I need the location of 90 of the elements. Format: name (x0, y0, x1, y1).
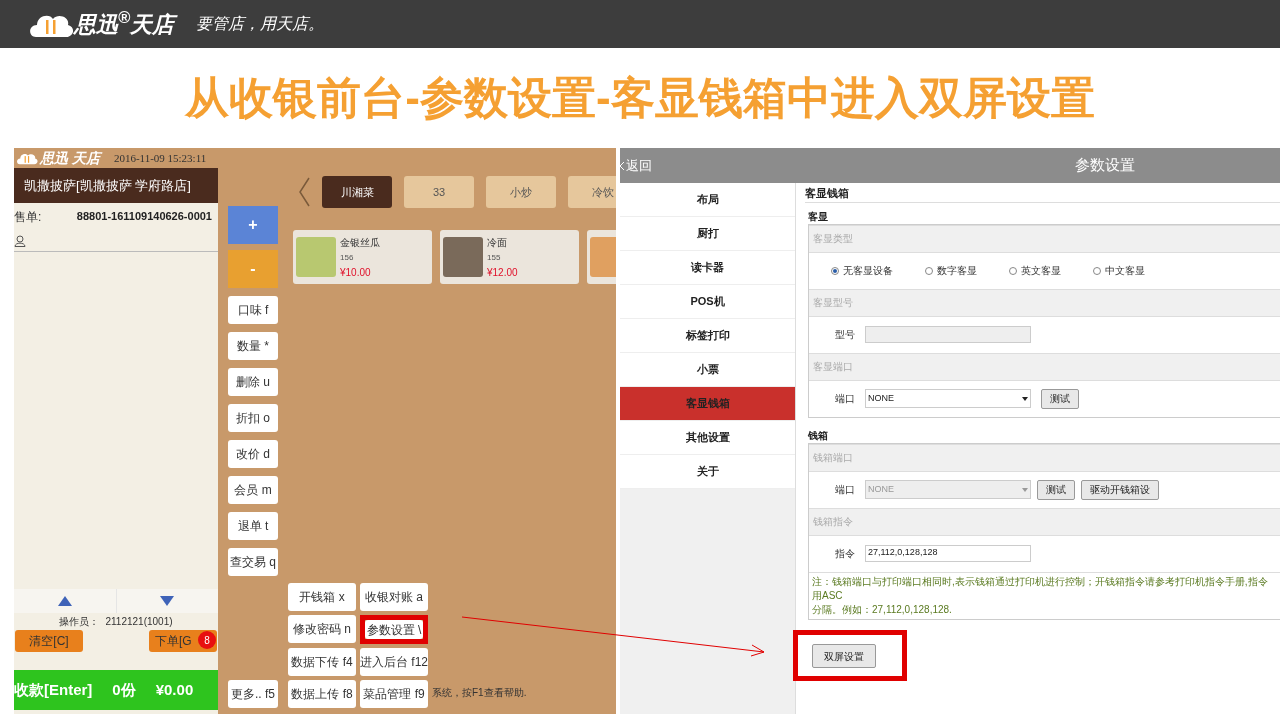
function-button[interactable]: 折扣 o (228, 404, 278, 432)
function-button[interactable]: 退单 t (228, 512, 278, 540)
function-button[interactable]: 数量 * (228, 332, 278, 360)
function-button[interactable]: 口味 f (228, 296, 278, 324)
driver-button[interactable]: 驱动开钱箱设 (1081, 479, 1159, 500)
count-badge: 8 (198, 631, 216, 649)
dish-card[interactable]: 金银丝瓜 156 ¥10.00 (293, 230, 432, 284)
up-triangle-icon[interactable] (57, 596, 72, 606)
group-title: 客显 (808, 209, 829, 224)
page-title: 从收银前台-参数设置-客显钱箱中进入双屏设置 (185, 72, 1095, 124)
test-button[interactable]: 测试 (1041, 388, 1079, 409)
function-button[interactable]: 查交易 q (228, 548, 278, 576)
radio-button[interactable] (831, 266, 839, 275)
radio-label: 无客显设备 (843, 264, 893, 278)
group-header: 钱箱指令 (813, 515, 853, 529)
menu-item[interactable]: 小票 (620, 353, 795, 387)
dish-price: ¥10.00 (340, 265, 372, 280)
function-button[interactable]: 菜品管理 f9 (360, 680, 428, 708)
function-button[interactable]: 收银对账 a (360, 583, 428, 611)
field-label: 型号 (835, 328, 855, 342)
section-title: 客显钱箱 (805, 185, 1280, 203)
person-icon (14, 234, 26, 247)
function-button[interactable]: 改价 d (228, 440, 278, 468)
dish-code: 155 (487, 251, 502, 264)
settings-title: 参数设置 (1075, 155, 1135, 176)
radio-button[interactable] (1009, 266, 1017, 275)
test-button[interactable]: 测试 (1037, 479, 1075, 500)
group-title: 钱箱 (808, 428, 829, 443)
dual-screen-button[interactable]: 双屏设置 (812, 644, 876, 668)
function-button[interactable]: 修改密码 n (288, 615, 356, 643)
note-text: 注：钱箱端口与打印端口相同时,表示钱箱通过打印机进行控制；开钱箱指令请参考打印机指令手册,指令用ASC (812, 574, 1269, 603)
item-count: 0份 (112, 679, 136, 700)
function-button[interactable]: 数据下传 f4 (288, 648, 356, 676)
down-triangle-icon[interactable] (160, 596, 175, 606)
model-input-field[interactable] (865, 326, 1031, 343)
category-tab[interactable]: 冷饮 (568, 176, 616, 208)
menu-item[interactable]: 标签打印 (620, 319, 795, 353)
function-button[interactable]: 开钱箱 x (288, 583, 356, 611)
place-order-button[interactable]: 下单[G 8 (149, 630, 217, 652)
operator-value: 2112121(1001) (105, 615, 173, 629)
dish-code: 156 (340, 251, 355, 264)
function-button[interactable]: 删除 u (228, 368, 278, 396)
note-text: 分隔。例如：27,112,0,128,128. (812, 602, 953, 617)
order-number: 88801-161109140626-0001 (76, 209, 212, 225)
dish-card[interactable]: 冷面 155 ¥12.00 (440, 230, 579, 284)
radio-button[interactable] (1093, 266, 1101, 275)
radio-label: 中文客显 (1105, 264, 1145, 278)
menu-item[interactable]: 关于 (620, 455, 795, 489)
menu-item[interactable]: 读卡器 (620, 251, 795, 285)
port-dropdown[interactable]: NONE (865, 389, 1031, 408)
datetime: 2016-11-09 15:23:11 (113, 150, 207, 166)
status-text: 系统，按F1查看帮助. (432, 686, 527, 700)
category-tab[interactable]: 33 (404, 176, 474, 208)
dish-name: 冷面 (487, 235, 508, 250)
back-chevron-icon (620, 161, 625, 170)
menu-item[interactable]: 布局 (620, 183, 795, 217)
function-button[interactable]: 参数设置 \ (365, 620, 423, 639)
radio-label: 英文客显 (1021, 264, 1061, 278)
field-label: 端口 (835, 392, 855, 406)
group-header: 客显端口 (813, 360, 853, 374)
dropdown-caret-icon (1022, 487, 1028, 492)
menu-item[interactable]: 厨打 (620, 217, 795, 251)
dropdown-caret-icon (1022, 396, 1028, 401)
field-label: 端口 (835, 483, 855, 497)
order-label: 售单: (14, 208, 42, 226)
dish-price: ¥12.00 (487, 265, 518, 280)
pay-label: 收款[Enter] (14, 679, 93, 700)
radio-button[interactable] (925, 266, 933, 275)
dish-name: 金银丝瓜 (340, 235, 380, 250)
function-button[interactable]: 会员 m (228, 476, 278, 504)
slogan: 要管店，用天店。 (196, 13, 325, 35)
more-button[interactable]: 更多.. f5 (228, 680, 278, 708)
store-header: 凯撒披萨[凯撒披萨 学府路店] (14, 168, 218, 203)
photo-placeholder (296, 237, 336, 277)
photo-placeholder (443, 237, 483, 277)
radio-label: 数字客显 (937, 264, 977, 278)
total-amount: ¥0.00 (155, 679, 194, 700)
operator-label: 操作员： (59, 615, 100, 629)
clear-button[interactable]: 清空[C] (15, 630, 83, 652)
menu-item[interactable]: POS机 (620, 285, 795, 319)
menu-item[interactable]: 其他设置 (620, 421, 795, 455)
command-input-field[interactable]: 27,112,0,128,128 (865, 545, 1031, 562)
function-button[interactable]: 数据上传 f8 (288, 680, 356, 708)
left-chevron-icon[interactable] (298, 177, 310, 207)
group-header: 钱箱端口 (813, 451, 853, 465)
category-tab[interactable]: 小炒 (486, 176, 556, 208)
plus-button[interactable]: + (228, 206, 278, 244)
category-tab[interactable]: 川湘菜 (322, 176, 392, 208)
field-label: 指令 (835, 547, 855, 561)
function-button[interactable]: 进入后台 f12 (360, 648, 428, 676)
